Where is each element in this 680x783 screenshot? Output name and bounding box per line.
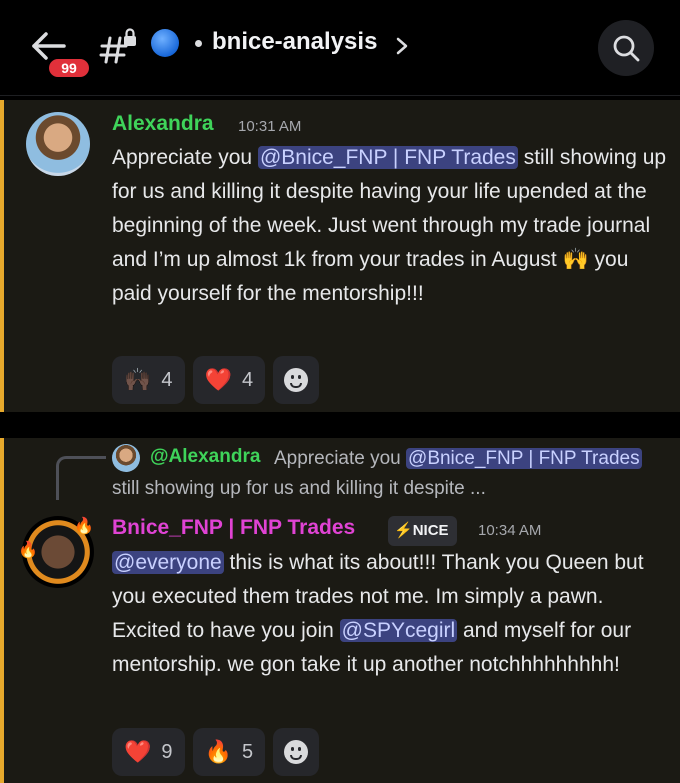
- avatar[interactable]: 🔥 🔥: [18, 516, 94, 588]
- smiley-icon: [284, 368, 309, 392]
- reaction-raised-hands[interactable]: 🙌🏿 4: [112, 356, 185, 404]
- avatar[interactable]: [26, 112, 90, 176]
- reaction-heart[interactable]: ❤️ 4: [192, 356, 266, 404]
- lightning-icon: ⚡: [394, 522, 413, 539]
- reactions-row: 🙌🏿 4 ❤️ 4: [112, 356, 320, 404]
- channel-header: 99 bnice-analysis: [0, 0, 680, 96]
- locked-hash-icon: [99, 28, 136, 64]
- flame-decoration: 🔥: [74, 516, 94, 535]
- role-tag[interactable]: ⚡NICE: [388, 516, 457, 546]
- reactions-row: ❤️ 9 🔥 5: [112, 728, 320, 776]
- user-mention[interactable]: @SPYcegirl: [339, 619, 458, 642]
- raised-hands-emoji: 🙌: [562, 248, 589, 271]
- message-text: @everyone this is what its about!!! Than…: [112, 551, 644, 676]
- message-alexandra[interactable]: Alexandra 10:31 AM Appreciate you @Bnice…: [0, 100, 680, 412]
- channel-name[interactable]: bnice-analysis: [212, 28, 377, 56]
- message-bnice[interactable]: Appreciate you @Bnice_FNP | FNP Trades s…: [0, 438, 680, 783]
- reaction-heart[interactable]: ❤️ 9: [112, 728, 185, 776]
- search-button[interactable]: [598, 20, 654, 76]
- smiley-icon: [284, 740, 309, 764]
- timestamp: 10:34 AM: [478, 522, 542, 539]
- separator-dot: [195, 40, 202, 47]
- unread-badge: 99: [46, 56, 92, 80]
- divider: [0, 412, 680, 438]
- everyone-mention[interactable]: @everyone: [112, 551, 224, 574]
- search-icon: [613, 35, 640, 62]
- reaction-fire[interactable]: 🔥 5: [192, 728, 266, 776]
- reply-connector: [56, 456, 106, 500]
- reply-mention: @Bnice_FNP | FNP Trades: [406, 448, 642, 469]
- author-name[interactable]: Bnice_FNP | FNP Trades: [112, 516, 355, 540]
- globe-icon: [151, 29, 179, 57]
- flame-decoration: 🔥: [18, 540, 38, 559]
- reply-author[interactable]: @Alexandra: [150, 446, 260, 468]
- user-mention[interactable]: @Bnice_FNP | FNP Trades: [257, 146, 518, 169]
- add-reaction-button[interactable]: [273, 728, 320, 776]
- timestamp: 10:31 AM: [238, 118, 302, 135]
- add-reaction-button[interactable]: [273, 356, 320, 404]
- message-text: Appreciate you @Bnice_FNP | FNP Trades s…: [112, 146, 667, 305]
- chevron-right-icon[interactable]: [395, 36, 409, 56]
- author-name[interactable]: Alexandra: [112, 112, 214, 136]
